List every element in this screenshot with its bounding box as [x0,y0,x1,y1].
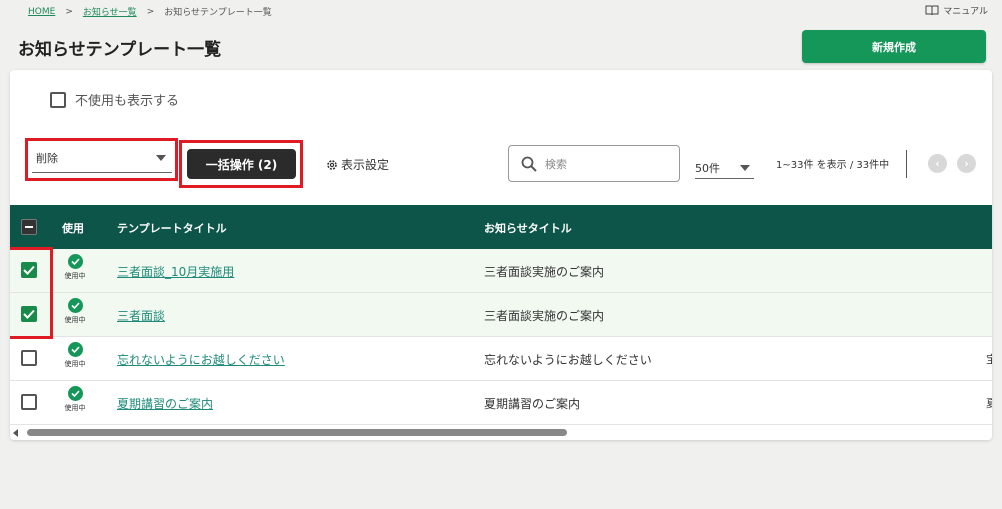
bulk-operation-button[interactable]: 一括操作 (2) [187,149,296,179]
template-title-link[interactable]: 忘れないようにお越しください [117,351,285,368]
table-header: 使用 テンプレートタイトル お知らせタイトル [10,205,992,249]
status-label: 使用中 [64,360,86,368]
truncated-cell: 宝 [986,353,992,366]
template-title-link[interactable]: 三者面談_10月実施用 [117,263,234,280]
table-row: 使用中 夏期講習のご案内 夏期講習のご案内 夏 [10,381,992,425]
manual-link[interactable]: マニュアル [925,4,988,17]
gear-icon [327,159,337,170]
breadcrumb-home-link[interactable]: HOME [28,7,55,17]
new-template-button[interactable]: 新規作成 [802,30,986,63]
template-title-link[interactable]: 三者面談 [117,307,165,324]
divider [906,150,907,178]
display-settings-button[interactable]: 表示設定 [326,156,389,173]
column-header-usage: 使用 [62,222,84,235]
table-row: 使用中 三者面談 三者面談実施のご案内 [10,293,992,337]
table-row: 使用中 忘れないようにお越しください 忘れないようにお越しください 宝 [10,337,992,381]
display-settings-label: 表示設定 [341,158,390,172]
chevron-down-icon [740,164,750,171]
breadcrumb: HOME > お知らせ一覧 > お知らせテンプレート一覧 [28,5,272,19]
check-circle-icon [67,342,83,357]
row-checkbox[interactable] [21,394,37,410]
page-title: お知らせテンプレート一覧 [18,40,222,60]
per-page-value: 50件 [695,161,720,175]
status-indicator: 使用中 [60,298,90,325]
breadcrumb-current: お知らせテンプレート一覧 [164,8,272,18]
bulk-action-value: 削除 [36,151,58,165]
search-icon [521,156,537,172]
highlight-row-checkboxes [10,247,53,339]
show-unused-label: 不使用も表示する [75,94,180,109]
status-indicator: 使用中 [60,386,90,413]
select-all-checkbox[interactable] [21,219,37,235]
row-checkbox[interactable] [21,350,37,366]
truncated-cell: 夏 [986,397,992,410]
notice-title: 夏期講習のご案内 [484,397,581,411]
breadcrumb-notices-link[interactable]: お知らせ一覧 [83,5,137,18]
status-label: 使用中 [64,404,86,412]
scroll-left-arrow-icon[interactable] [13,429,18,437]
manual-label: マニュアル [943,7,988,17]
notice-title: 忘れないようにお越しください [484,353,652,367]
template-title-link[interactable]: 夏期講習のご案内 [117,395,213,412]
chevron-down-icon [156,154,166,161]
status-indicator: 使用中 [60,254,90,281]
status-label: 使用中 [64,316,86,324]
scrollbar-thumb[interactable] [27,429,567,436]
status-indicator: 使用中 [60,342,90,369]
prev-page-button[interactable]: ‹ [928,154,947,173]
show-unused-checkbox[interactable] [50,91,66,108]
next-page-button[interactable]: › [957,154,976,173]
template-list-card: 不使用も表示する 削除 一括操作 (2) 表示設定 検索 50件 1~33件 を… [10,70,992,440]
book-icon [925,5,939,16]
check-circle-icon [67,298,83,313]
notice-title: 三者面談実施のご案内 [484,309,605,323]
horizontal-scrollbar[interactable] [10,426,992,440]
result-count: 1~33件 を表示 / 33件中 [776,160,890,171]
status-label: 使用中 [64,272,86,280]
show-unused-toggle[interactable]: 不使用も表示する [50,90,179,109]
search-input[interactable]: 検索 [508,145,680,182]
notice-title: 三者面談実施のご案内 [484,265,605,279]
table-row: 使用中 三者面談_10月実施用 三者面談実施のご案内 [10,249,992,293]
search-placeholder: 検索 [545,157,567,171]
bulk-action-select[interactable]: 削除 [32,143,172,173]
per-page-select[interactable]: 50件 [695,157,754,179]
check-circle-icon [67,386,83,401]
column-header-template-title[interactable]: テンプレートタイトル [117,220,227,236]
breadcrumb-separator: > [146,6,155,17]
breadcrumb-separator: > [65,6,73,17]
check-circle-icon [67,254,83,269]
column-header-notice-title[interactable]: お知らせタイトル [484,220,572,236]
